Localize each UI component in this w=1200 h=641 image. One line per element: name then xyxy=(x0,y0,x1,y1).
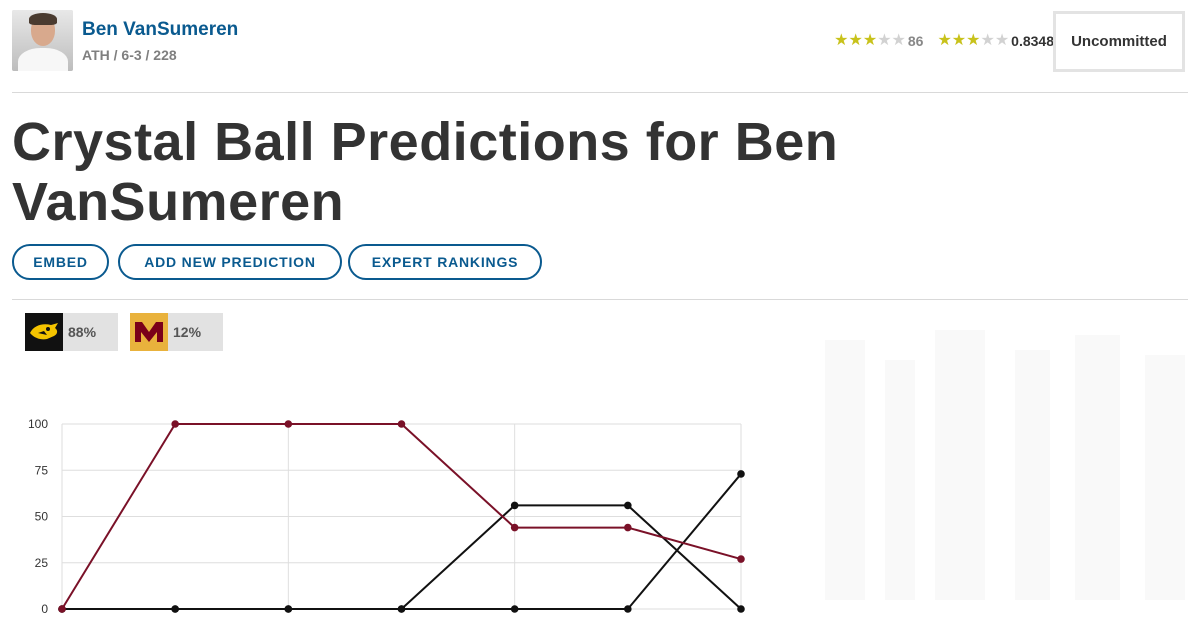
background-graphic xyxy=(825,330,1185,600)
star-filled-icon: ★ xyxy=(951,32,967,49)
data-point xyxy=(510,605,519,613)
data-point xyxy=(171,605,179,613)
series-line xyxy=(62,473,742,610)
composite-rating-value: 0.8348 xyxy=(1011,33,1054,49)
data-point xyxy=(737,605,745,613)
data-point xyxy=(171,420,179,428)
y-tick-label: 75 xyxy=(35,463,49,477)
player-meta: ATH / 6-3 / 228 xyxy=(82,47,177,63)
divider xyxy=(12,92,1188,93)
star-filled-icon: ★ xyxy=(848,32,863,49)
y-tick-label: 25 xyxy=(35,556,49,570)
data-point xyxy=(397,420,406,428)
y-tick-label: 50 xyxy=(35,510,49,524)
y-tick-label: 100 xyxy=(28,417,48,431)
data-point xyxy=(737,470,745,478)
team-percentage: 12% xyxy=(173,324,202,340)
team-chip-minnesota[interactable]: 12% xyxy=(130,313,223,351)
divider xyxy=(12,299,1188,300)
team-percentage: 88% xyxy=(68,324,97,340)
data-point xyxy=(58,605,66,613)
player-name-link[interactable]: Ben VanSumeren xyxy=(82,18,238,42)
star-filled-icon: ★ xyxy=(834,32,849,49)
data-point xyxy=(284,605,293,613)
data-point xyxy=(624,605,632,613)
star-empty-icon: ★ xyxy=(891,32,906,49)
player-header: Ben VanSumeren ATH / 6-3 / 228 xyxy=(12,10,238,71)
embed-button[interactable]: EMBED xyxy=(12,244,109,280)
composite-stars: ★ ★ ★ ★ ★ xyxy=(937,33,1009,49)
star-empty-icon: ★ xyxy=(877,32,892,49)
prediction-history-chart: 0 25 50 75 100 xyxy=(28,417,745,616)
data-point xyxy=(624,501,632,510)
star-empty-icon: ★ xyxy=(994,32,1010,49)
commitment-status: Uncommitted xyxy=(1053,11,1185,72)
star-filled-icon: ★ xyxy=(966,32,981,49)
iowa-hawkeye-icon xyxy=(25,313,63,351)
data-point xyxy=(624,523,632,532)
player-avatar[interactable] xyxy=(12,10,73,71)
player-ratings: ★ ★ ★ ★ ★ 86 ★ ★ ★ ★ ★ 0.8348 xyxy=(834,33,1054,50)
page-title: Crystal Ball Predictions for Ben VanSume… xyxy=(12,112,839,232)
data-point xyxy=(510,501,519,510)
series-line xyxy=(62,504,742,610)
data-point xyxy=(284,420,293,428)
data-point xyxy=(510,523,519,532)
data-point xyxy=(397,605,406,613)
minnesota-m-icon xyxy=(130,313,168,351)
star-filled-icon: ★ xyxy=(937,32,952,49)
star-filled-icon: ★ xyxy=(862,32,878,49)
y-tick-label: 0 xyxy=(41,602,48,616)
rating-stars: ★ ★ ★ ★ ★ xyxy=(834,33,906,49)
add-new-prediction-button[interactable]: ADD NEW PREDICTION xyxy=(118,244,342,280)
rating-value: 86 xyxy=(907,33,924,49)
data-point xyxy=(737,555,745,563)
team-chip-iowa[interactable]: 88% xyxy=(25,313,118,351)
star-empty-icon: ★ xyxy=(980,32,995,49)
expert-rankings-button[interactable]: EXPERT RANKINGS xyxy=(348,244,542,280)
